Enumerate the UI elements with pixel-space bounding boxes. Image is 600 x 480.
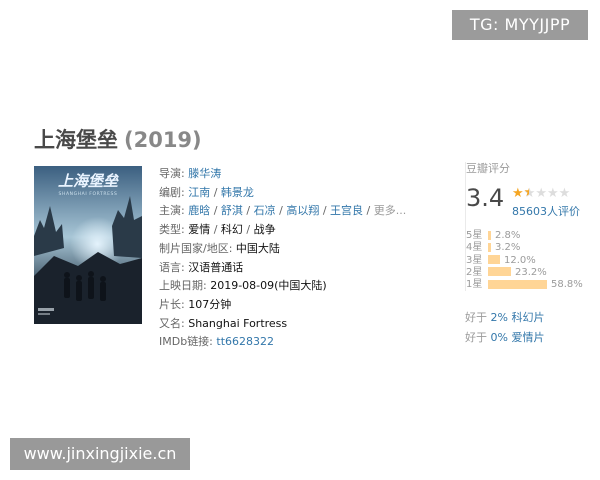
rating-bar [488, 230, 491, 240]
cast-label: 主演: [159, 204, 185, 218]
rating-bar-label: 5星 [466, 230, 483, 241]
writer-label: 编剧: [159, 185, 185, 199]
cast-more-link[interactable]: 更多... [374, 204, 407, 217]
poster-title-art: 上海堡垒 [58, 172, 119, 190]
cast-link[interactable]: 石凉 [254, 204, 276, 217]
rating-bar [488, 267, 511, 277]
director-link[interactable]: 滕华涛 [188, 167, 221, 180]
region-value: 中国大陆 [235, 241, 280, 255]
rating-bar-label: 2星 [466, 266, 483, 278]
rating-bar-row: 1星 58.8% [466, 279, 596, 291]
cast-row: 主演: 鹿晗 / 舒淇 / 石凉 / 高以翔 / 王宫良 / 更多... [159, 204, 407, 218]
movie-year: (2019) [124, 128, 202, 152]
release-value: 2019-08-09(中国大陆) [210, 279, 327, 293]
aka-row: 又名: Shanghai Fortress [159, 315, 449, 334]
movie-info: 导演: 滕华涛 编剧: 江南 / 韩景龙 主演: 鹿晗 / 舒淇 / 石凉 / … [159, 165, 449, 352]
rating-title: 豆瓣评分 [466, 162, 510, 175]
cast-link[interactable]: 高以翔 [286, 204, 319, 217]
site-watermark: www.jinxingjixie.cn [10, 438, 190, 470]
rating-bar [488, 279, 547, 289]
cast-link[interactable]: 鹿晗 [188, 204, 210, 217]
star-empty-icon: ★ [546, 186, 559, 201]
aka-label: 又名: [159, 316, 185, 330]
better-than-prefix: 好于 [465, 331, 487, 344]
rating-panel: 豆瓣评分 3.4 ★★★★★ 85603人评价 5星2.8% 4星3.2% 3星… [465, 162, 596, 292]
aka-value: Shanghai Fortress [188, 316, 288, 330]
cast-link[interactable]: 王宫良 [330, 204, 363, 217]
runtime-value: 107分钟 [188, 297, 232, 311]
region-row: 制片国家/地区: 中国大陆 [159, 240, 449, 259]
cast-link[interactable]: 舒淇 [221, 204, 243, 217]
rating-stars: ★★ ★★★ [512, 187, 570, 200]
rating-bar-label: 4星 [466, 242, 483, 254]
rating-bar-percent: 12.0% [504, 254, 536, 266]
genre-value: 爱情 [188, 223, 211, 237]
better-than-link[interactable]: 0% 爱情片 [491, 331, 545, 344]
imdb-label: IMDb链接: [159, 335, 213, 349]
votes-link[interactable]: 85603人评价 [512, 203, 580, 219]
runtime-row: 片长: 107分钟 [159, 296, 449, 315]
page-title: 上海堡垒 (2019) [34, 124, 202, 154]
imdb-link[interactable]: tt6628322 [216, 335, 274, 348]
writer-link[interactable]: 江南 [188, 186, 210, 199]
poster-image: 上海堡垒 SHANGHAI FORTRESS [34, 166, 142, 324]
region-label: 制片国家/地区: [159, 241, 233, 255]
director-label: 导演: [159, 167, 185, 180]
star-empty-icon: ★ [535, 186, 547, 201]
poster-subtitle-art: SHANGHAI FORTRESS [59, 191, 118, 197]
writer-row: 编剧: 江南 / 韩景龙 [159, 185, 254, 199]
telegram-badge: TG: MYYJJPP [452, 10, 588, 40]
rating-summary: 3.4 ★★★★★ 85603人评价 [466, 178, 596, 218]
language-label: 语言: [159, 260, 185, 274]
star-half-icon: ★ [524, 186, 536, 201]
movie-poster[interactable]: 上海堡垒 SHANGHAI FORTRESS [34, 166, 142, 324]
rating-bar-percent: 2.8% [495, 230, 521, 241]
rating-bar-row: 2星 23.2% [466, 267, 596, 279]
rating-bar [488, 255, 500, 265]
better-than-row: 好于 2% 科幻片 [465, 308, 544, 328]
rating-bar-row: 5星 2.8% [466, 230, 596, 242]
release-label: 上映日期: [159, 279, 207, 293]
release-row: 上映日期: 2019-08-09(中国大陆) [159, 277, 449, 296]
genre-value: 科幻 [220, 223, 243, 237]
rating-bar-label: 1星 [466, 279, 483, 291]
rating-bar-row: 4星 3.2% [466, 242, 596, 254]
movie-title: 上海堡垒 [34, 128, 118, 152]
rating-bar-row: 3星 12.0% [466, 255, 596, 267]
better-than-row: 好于 0% 爱情片 [465, 328, 544, 348]
star-full-icon: ★ [512, 186, 524, 201]
language-row: 语言: 汉语普通话 [159, 259, 449, 278]
genre-row: 类型: 爱情 / 科幻 / 战争 [159, 223, 276, 237]
rating-bar [488, 242, 491, 252]
better-than-section: 好于 2% 科幻片 好于 0% 爱情片 [465, 308, 544, 348]
rating-bar-percent: 58.8% [551, 279, 583, 291]
rating-bar-percent: 23.2% [515, 266, 547, 278]
rating-distribution: 5星 2.8% 4星 3.2% 3星 12.0% 2星 23.2% 1星 58.8% [466, 230, 596, 291]
genre-label: 类型: [159, 223, 185, 237]
rating-score: 3.4 [466, 184, 505, 212]
rating-bar-label: 3星 [466, 254, 483, 266]
better-than-prefix: 好于 [465, 311, 487, 324]
imdb-row: IMDb链接: tt6628322 [159, 333, 449, 352]
better-than-link[interactable]: 2% 科幻片 [491, 311, 545, 324]
star-empty-icon: ★ [558, 186, 571, 201]
genre-value: 战争 [253, 223, 276, 237]
runtime-label: 片长: [159, 297, 185, 311]
writer-link[interactable]: 韩景龙 [221, 186, 254, 199]
director-row: 导演: 滕华涛 [159, 165, 449, 184]
rating-bar-percent: 3.2% [495, 242, 521, 254]
language-value: 汉语普通话 [188, 260, 244, 274]
